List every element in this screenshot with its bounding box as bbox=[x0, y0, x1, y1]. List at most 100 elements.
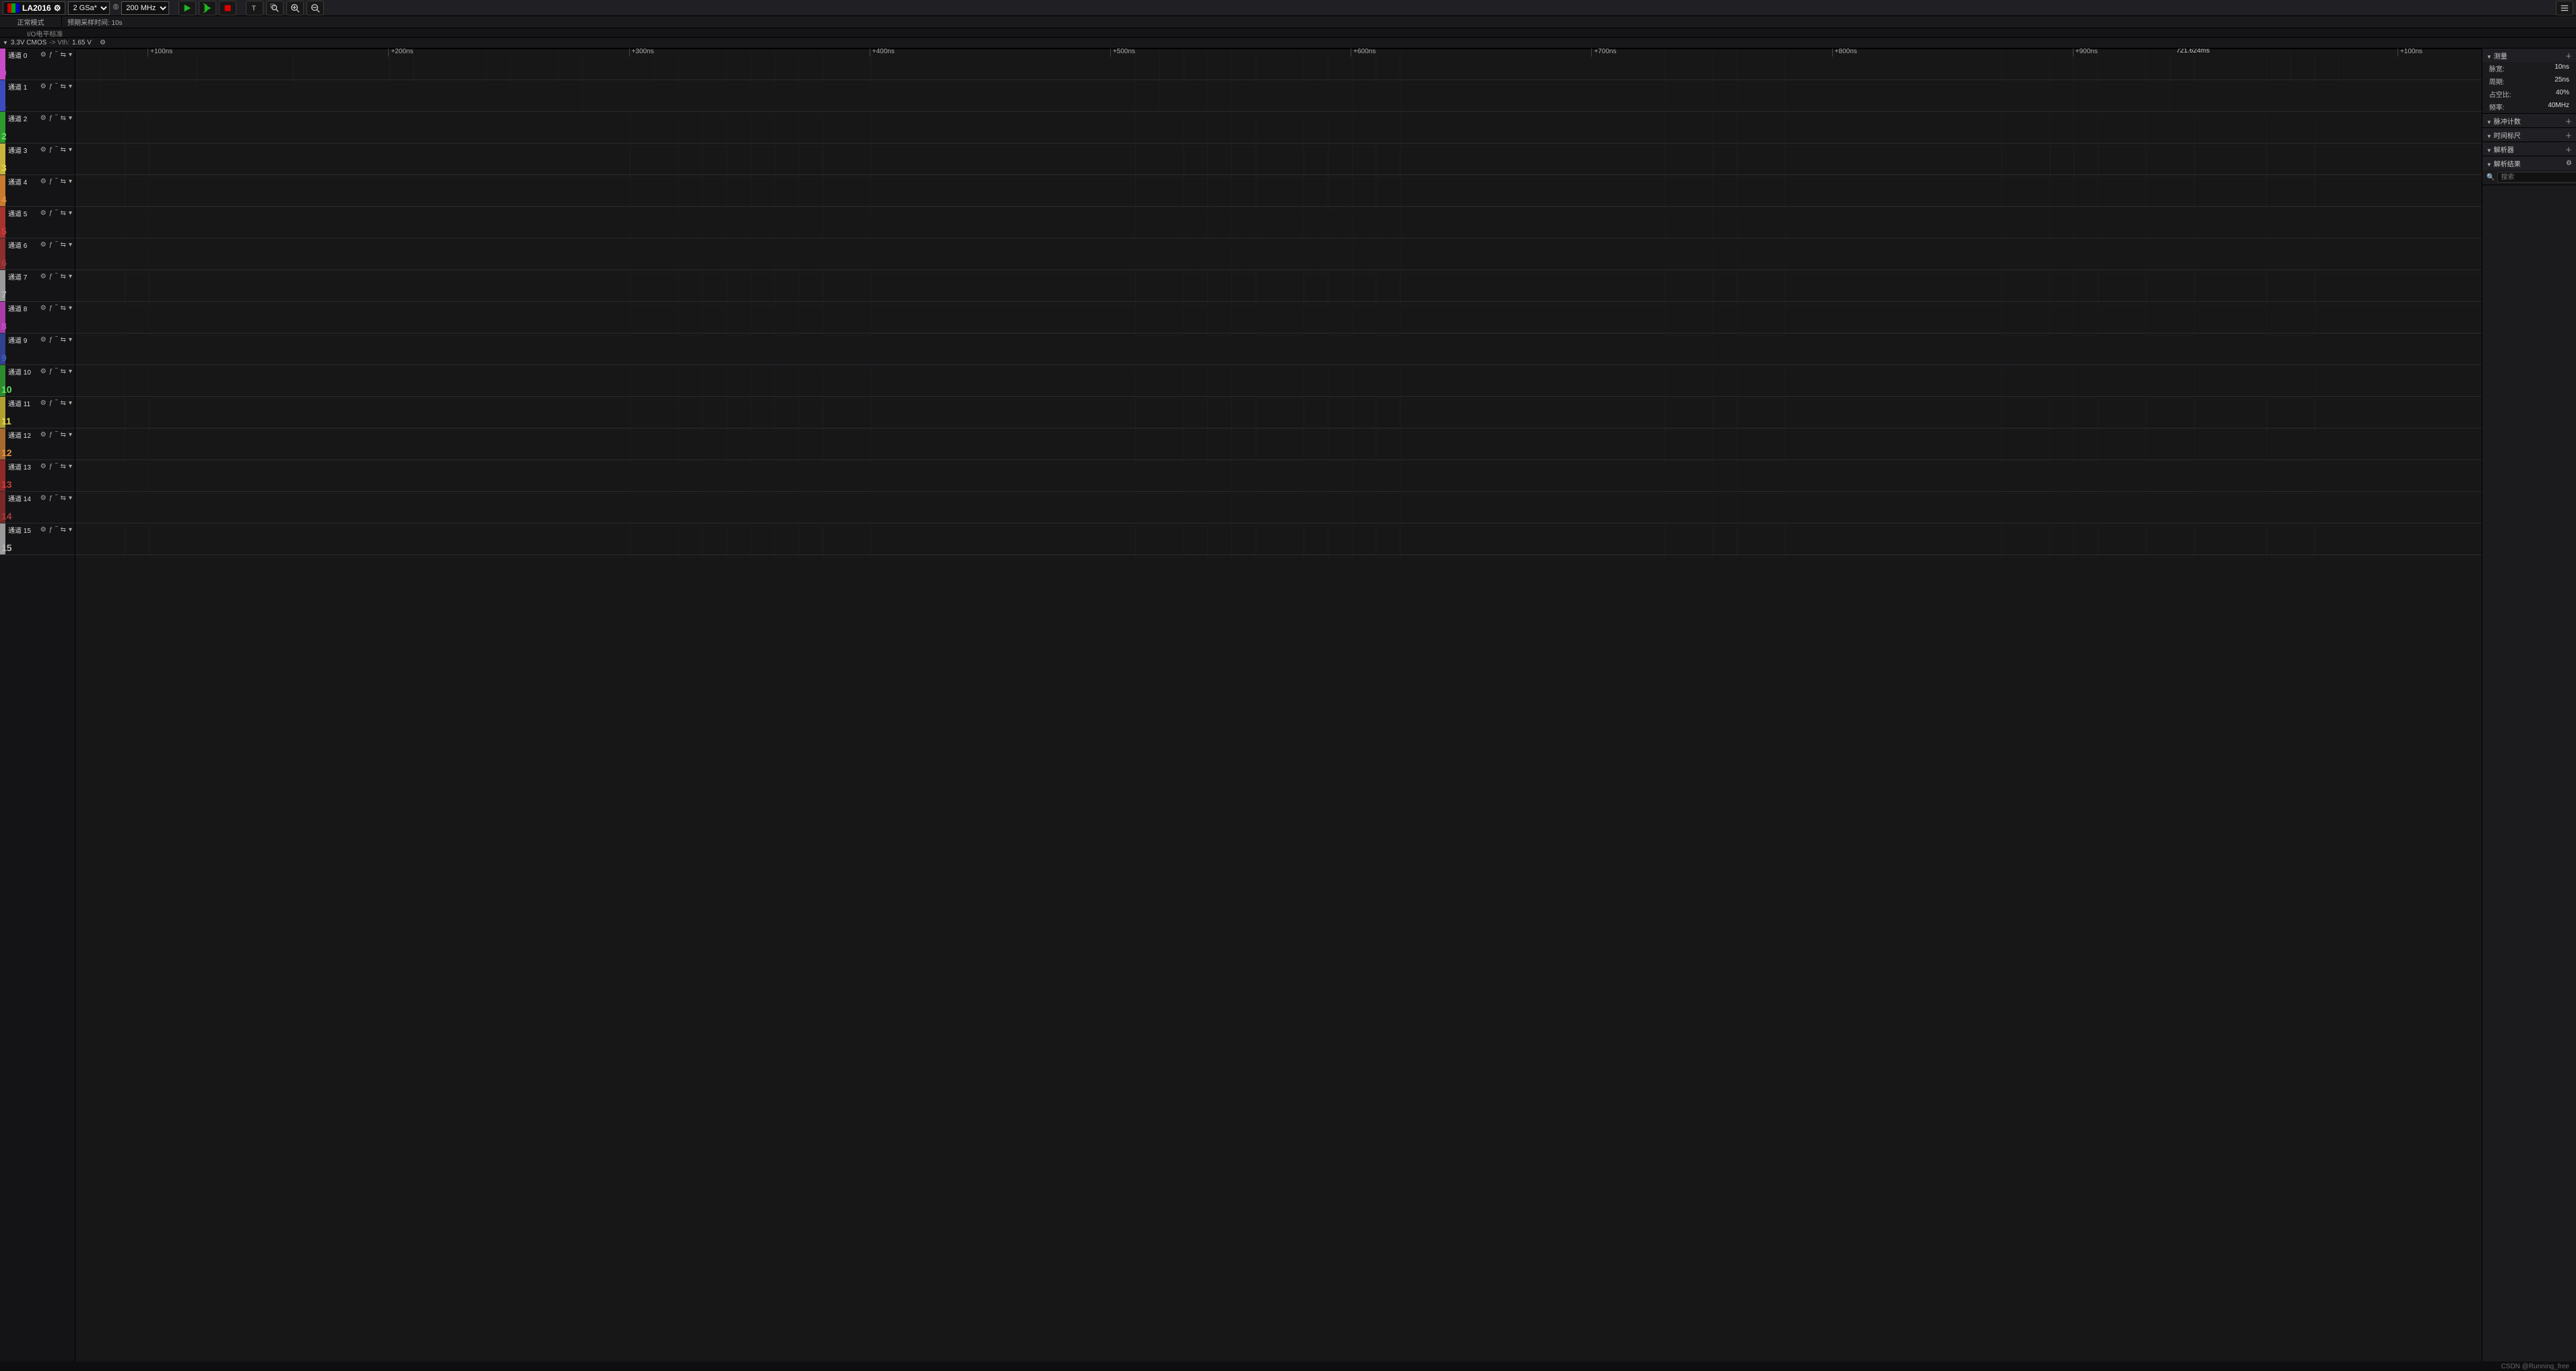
channel-ctrl-3[interactable]: ⇆ bbox=[61, 495, 66, 502]
device-gear-icon[interactable]: ⚙ bbox=[54, 3, 61, 13]
threshold-collapse-icon[interactable]: ▼ bbox=[3, 40, 8, 46]
channel-ctrl-1[interactable]: ƒ bbox=[49, 336, 53, 344]
channel-ctrl-2[interactable]: ‾ bbox=[55, 178, 57, 185]
pulse-count-add-button[interactable]: ＋ bbox=[2565, 116, 2572, 126]
zoom-in-button[interactable] bbox=[286, 1, 304, 15]
decode-search-input[interactable] bbox=[2497, 172, 2576, 183]
decode-results-header[interactable]: ▼解析结果 ⚙ bbox=[2482, 156, 2576, 170]
channel-ctrl-3[interactable]: ⇆ bbox=[61, 178, 66, 185]
channel-ctrl-3[interactable]: ⇆ bbox=[61, 336, 66, 344]
waveform-track-5[interactable] bbox=[75, 207, 2482, 238]
waveform-track-7[interactable] bbox=[75, 270, 2482, 302]
waveform-track-4[interactable] bbox=[75, 175, 2482, 207]
channel-ctrl-4[interactable]: ▾ bbox=[69, 210, 72, 217]
channel-row-15[interactable]: 通道 15⚙ƒ‾⇆▾15 bbox=[0, 523, 75, 555]
channel-ctrl-0[interactable]: ⚙ bbox=[40, 210, 46, 217]
waveform-track-11[interactable] bbox=[75, 397, 2482, 428]
channel-ctrl-2[interactable]: ‾ bbox=[55, 431, 57, 439]
channel-ctrl-2[interactable]: ‾ bbox=[55, 51, 57, 59]
waveform-track-6[interactable] bbox=[75, 238, 2482, 270]
channel-ctrl-4[interactable]: ▾ bbox=[69, 463, 72, 470]
channel-ctrl-3[interactable]: ⇆ bbox=[61, 51, 66, 59]
time-ruler-add-button[interactable]: ＋ bbox=[2565, 130, 2572, 140]
channel-ctrl-3[interactable]: ⇆ bbox=[61, 115, 66, 122]
waveform-track-15[interactable] bbox=[75, 523, 2482, 555]
channel-ctrl-0[interactable]: ⚙ bbox=[40, 178, 46, 185]
channel-ctrl-2[interactable]: ‾ bbox=[55, 146, 57, 154]
channel-ctrl-1[interactable]: ƒ bbox=[49, 178, 53, 185]
channel-ctrl-4[interactable]: ▾ bbox=[69, 526, 72, 534]
channel-ctrl-0[interactable]: ⚙ bbox=[40, 495, 46, 502]
decoder-add-button[interactable]: ＋ bbox=[2565, 144, 2572, 154]
channel-row-14[interactable]: 通道 14⚙ƒ‾⇆▾14 bbox=[0, 492, 75, 523]
channel-ctrl-3[interactable]: ⇆ bbox=[61, 305, 66, 312]
pulse-count-header[interactable]: ▼脉冲计数 ＋ bbox=[2482, 114, 2576, 127]
channel-row-4[interactable]: 通道 4⚙ƒ‾⇆▾4 bbox=[0, 175, 75, 207]
channel-ctrl-0[interactable]: ⚙ bbox=[40, 146, 46, 154]
channel-ctrl-1[interactable]: ƒ bbox=[49, 273, 53, 280]
waveform-track-1[interactable] bbox=[75, 80, 2482, 112]
channel-ctrl-3[interactable]: ⇆ bbox=[61, 526, 66, 534]
channel-row-6[interactable]: 通道 6⚙ƒ‾⇆▾6 bbox=[0, 238, 75, 270]
channel-ctrl-4[interactable]: ▾ bbox=[69, 431, 72, 439]
channel-ctrl-1[interactable]: ƒ bbox=[49, 210, 53, 217]
channel-ctrl-4[interactable]: ▾ bbox=[69, 115, 72, 122]
channel-row-12[interactable]: 通道 12⚙ƒ‾⇆▾12 bbox=[0, 428, 75, 460]
channel-ctrl-4[interactable]: ▾ bbox=[69, 146, 72, 154]
waveform-track-12[interactable] bbox=[75, 428, 2482, 460]
channel-row-7[interactable]: 通道 7⚙ƒ‾⇆▾7 bbox=[0, 270, 75, 302]
channel-ctrl-4[interactable]: ▾ bbox=[69, 51, 72, 59]
channel-row-8[interactable]: 通道 8⚙ƒ‾⇆▾8 bbox=[0, 302, 75, 333]
waveform-track-9[interactable] bbox=[75, 333, 2482, 365]
channel-ctrl-2[interactable]: ‾ bbox=[55, 115, 57, 122]
channel-ctrl-0[interactable]: ⚙ bbox=[40, 115, 46, 122]
waveform-track-10[interactable] bbox=[75, 365, 2482, 397]
channel-ctrl-2[interactable]: ‾ bbox=[55, 368, 57, 375]
channel-ctrl-2[interactable]: ‾ bbox=[55, 526, 57, 534]
channel-ctrl-2[interactable]: ‾ bbox=[55, 241, 57, 249]
channel-ctrl-3[interactable]: ⇆ bbox=[61, 241, 66, 249]
channel-ctrl-1[interactable]: ƒ bbox=[49, 368, 53, 375]
channel-row-1[interactable]: 通道 1⚙ƒ‾⇆▾1 bbox=[0, 80, 75, 112]
channel-ctrl-1[interactable]: ƒ bbox=[49, 463, 53, 470]
channel-ctrl-3[interactable]: ⇆ bbox=[61, 431, 66, 439]
channel-ctrl-2[interactable]: ‾ bbox=[55, 305, 57, 312]
decoder-header[interactable]: ▼解析器 ＋ bbox=[2482, 142, 2576, 156]
channel-ctrl-1[interactable]: ƒ bbox=[49, 51, 53, 59]
channel-row-10[interactable]: 通道 10⚙ƒ‾⇆▾10 bbox=[0, 365, 75, 397]
channel-row-2[interactable]: 通道 2⚙ƒ‾⇆▾2 bbox=[0, 112, 75, 144]
channel-ctrl-1[interactable]: ƒ bbox=[49, 83, 53, 90]
run-repeat-button[interactable] bbox=[199, 1, 216, 15]
waveform-track-8[interactable] bbox=[75, 302, 2482, 333]
channel-ctrl-4[interactable]: ▾ bbox=[69, 273, 72, 280]
channel-ctrl-2[interactable]: ‾ bbox=[55, 336, 57, 344]
channel-ctrl-3[interactable]: ⇆ bbox=[61, 463, 66, 470]
waveform-panel[interactable]: +100ns+200ns+300ns+400ns+500ns+600ns+700… bbox=[75, 49, 2482, 1362]
menu-button[interactable] bbox=[2556, 1, 2573, 15]
channel-ctrl-2[interactable]: ‾ bbox=[55, 210, 57, 217]
channel-ctrl-2[interactable]: ‾ bbox=[55, 273, 57, 280]
sample-depth-select[interactable]: 2 GSa* bbox=[68, 1, 110, 15]
channel-row-11[interactable]: 通道 11⚙ƒ‾⇆▾11 bbox=[0, 397, 75, 428]
channel-ctrl-0[interactable]: ⚙ bbox=[40, 400, 46, 407]
waveform-tracks[interactable] bbox=[75, 49, 2482, 1362]
channel-ctrl-1[interactable]: ƒ bbox=[49, 241, 53, 249]
channel-ctrl-4[interactable]: ▾ bbox=[69, 83, 72, 90]
decode-results-settings-button[interactable]: ⚙ bbox=[2566, 160, 2572, 167]
channel-ctrl-3[interactable]: ⇆ bbox=[61, 273, 66, 280]
channel-ctrl-4[interactable]: ▾ bbox=[69, 178, 72, 185]
channel-ctrl-0[interactable]: ⚙ bbox=[40, 83, 46, 90]
channel-ctrl-0[interactable]: ⚙ bbox=[40, 463, 46, 470]
channel-ctrl-1[interactable]: ƒ bbox=[49, 146, 53, 154]
sample-rate-select[interactable]: 200 MHz bbox=[121, 1, 169, 15]
channel-ctrl-3[interactable]: ⇆ bbox=[61, 400, 66, 407]
zoom-out-button[interactable] bbox=[307, 1, 324, 15]
channel-ctrl-1[interactable]: ƒ bbox=[49, 305, 53, 312]
channel-ctrl-3[interactable]: ⇆ bbox=[61, 368, 66, 375]
channel-ctrl-0[interactable]: ⚙ bbox=[40, 431, 46, 439]
channel-ctrl-2[interactable]: ‾ bbox=[55, 495, 57, 502]
channel-ctrl-1[interactable]: ƒ bbox=[49, 431, 53, 439]
threshold-gear-icon[interactable]: ⚙ bbox=[100, 39, 106, 46]
channel-ctrl-4[interactable]: ▾ bbox=[69, 368, 72, 375]
waveform-track-13[interactable] bbox=[75, 460, 2482, 492]
